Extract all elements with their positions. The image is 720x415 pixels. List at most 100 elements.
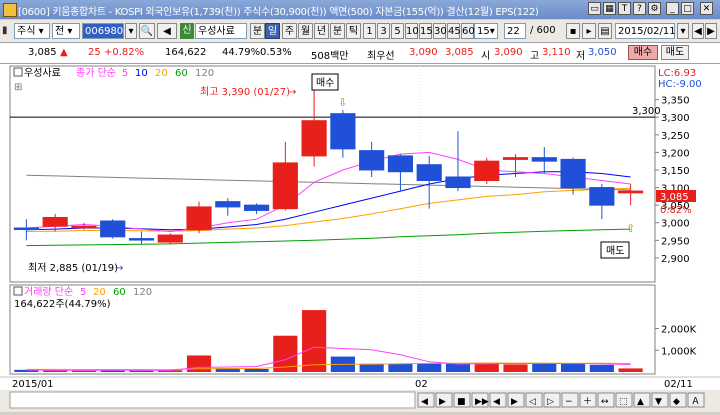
scrollbar-track[interactable]	[9, 391, 416, 409]
bid-price: 3,085	[445, 47, 474, 58]
candle[interactable]	[71, 225, 97, 229]
pin-icon[interactable]: ▮	[2, 23, 12, 39]
price-tick-label: 2,950	[661, 236, 690, 247]
period-week-button[interactable]: 주	[282, 23, 297, 39]
up-icon: ▲	[637, 397, 644, 407]
volume-bar[interactable]	[359, 363, 384, 372]
calendar-icon[interactable]: ▤	[598, 23, 612, 39]
volume-bar[interactable]	[503, 364, 528, 372]
period-day-button[interactable]: 일	[265, 23, 280, 39]
open-label: 시	[481, 51, 491, 62]
volume-bar[interactable]	[532, 363, 557, 372]
candle[interactable]	[387, 155, 414, 173]
period-month-button[interactable]: 월	[298, 23, 313, 39]
restore-layout-icon[interactable]: ▭	[588, 2, 601, 15]
candle[interactable]	[215, 201, 241, 208]
help-icon[interactable]: ?	[633, 2, 646, 15]
quote-bar: 3,085 ▲ 25 +0.82% 164,622 44.79% 0.53% 5…	[0, 43, 720, 64]
stock-name-field[interactable]: 우성사료	[195, 23, 247, 39]
candle[interactable]	[13, 227, 39, 231]
panel-checkbox[interactable]	[13, 67, 23, 77]
volume-bar[interactable]	[302, 310, 327, 372]
close-button[interactable]: ✕	[700, 2, 713, 15]
prev-select[interactable]: 전 ▾	[52, 23, 80, 39]
candle[interactable]	[445, 176, 471, 189]
candle[interactable]	[157, 234, 183, 243]
down-icon: ▼	[655, 397, 662, 407]
search-icon[interactable]: 🔍	[139, 23, 155, 39]
candle[interactable]	[560, 158, 586, 189]
minimize-button[interactable]: _	[666, 2, 679, 15]
volume-value: 164,622	[165, 47, 207, 58]
market-select[interactable]: 주식 ▾	[14, 23, 50, 39]
ma-legend-10: 10	[135, 68, 148, 79]
candle[interactable]	[474, 160, 500, 182]
sell-signal: 매도	[606, 245, 624, 257]
interval-button-45[interactable]: 45	[447, 23, 461, 39]
candle[interactable]	[186, 206, 212, 231]
count-input[interactable]: 22	[504, 23, 526, 39]
volume-bar[interactable]	[71, 370, 97, 372]
volume-bar[interactable]	[186, 355, 212, 372]
period-tick-button[interactable]: 틱	[346, 23, 361, 39]
candle[interactable]	[330, 113, 356, 150]
interval-button-3[interactable]: 3	[377, 23, 390, 39]
candle[interactable]	[589, 187, 615, 206]
interval-button-30[interactable]: 30	[433, 23, 447, 39]
volume-bar[interactable]	[129, 370, 154, 372]
stock-code-input[interactable]: 006980	[82, 23, 124, 39]
price-change: 25	[88, 47, 101, 58]
interval-button-10[interactable]: 10	[405, 23, 419, 39]
grid-icon[interactable]: ▦	[603, 2, 616, 15]
link-icon[interactable]: T	[618, 2, 631, 15]
candle[interactable]	[531, 157, 557, 162]
lc-readout: LC:6.93	[658, 68, 696, 79]
candlestick-chart[interactable]: 우성사료 종가 단순 5 10 20 60 120 LC:6.93 HC:-9.00 ⊞…	[0, 64, 720, 412]
candle[interactable]	[301, 120, 327, 157]
candle[interactable]	[243, 204, 270, 211]
sell-button[interactable]: 매도	[661, 45, 689, 60]
period-minute2-button[interactable]: 분	[330, 23, 345, 39]
interval-button-1[interactable]: 1	[363, 23, 376, 39]
date-input[interactable]: 2015/02/11	[615, 23, 676, 39]
volume-bar[interactable]	[417, 363, 442, 372]
scroll-right-icon[interactable]: ▶	[705, 23, 717, 39]
history-icon[interactable]: ◀	[157, 23, 177, 39]
candle[interactable]	[359, 150, 385, 171]
candle[interactable]	[128, 238, 155, 241]
chart-area[interactable]: 우성사료 종가 단순 5 10 20 60 120 LC:6.93 HC:-9.00 ⊞…	[0, 64, 720, 412]
interval-button-60[interactable]: 60	[461, 23, 475, 39]
x-label-feb: 02	[415, 379, 428, 390]
zoom-icon[interactable]: ⊞	[14, 82, 22, 93]
scroll-left-icon[interactable]: ◀	[692, 23, 704, 39]
candle[interactable]	[502, 157, 529, 160]
candle[interactable]	[42, 216, 68, 227]
low-price: 3,050	[588, 47, 617, 58]
interval-select[interactable]: 15▾	[474, 23, 498, 39]
volume-bar[interactable]	[388, 363, 413, 372]
maximize-button[interactable]: □	[681, 2, 694, 15]
volume-bar[interactable]	[589, 364, 614, 372]
settings-icon[interactable]: ⚙	[648, 2, 661, 15]
candle[interactable]	[416, 164, 442, 182]
candle[interactable]	[100, 220, 126, 238]
volume-bar[interactable]	[618, 368, 643, 372]
period-minute-button[interactable]: 분	[250, 23, 265, 39]
app-icon	[3, 3, 17, 17]
volume-bar[interactable]	[244, 368, 269, 372]
lock-icon[interactable]: ▪	[566, 23, 580, 39]
interval-button-15[interactable]: 15	[419, 23, 433, 39]
volume-checkbox[interactable]	[13, 286, 23, 296]
candle[interactable]	[618, 190, 644, 194]
expand-icon[interactable]: ▸	[582, 23, 596, 39]
date-picker-icon[interactable]: ▾	[677, 23, 689, 39]
code-dropdown-icon[interactable]: ▾	[125, 23, 137, 39]
interval-button-5[interactable]: 5	[391, 23, 404, 39]
candle[interactable]	[272, 162, 298, 210]
period-year-button[interactable]: 년	[314, 23, 329, 39]
buy-button[interactable]: 매수	[628, 45, 658, 60]
price-tick-label: 3,350	[661, 96, 690, 107]
vol-ma-legend-60: 60	[113, 287, 126, 298]
hline-label: 3,300	[632, 106, 661, 117]
volume-bar[interactable]	[560, 363, 586, 372]
